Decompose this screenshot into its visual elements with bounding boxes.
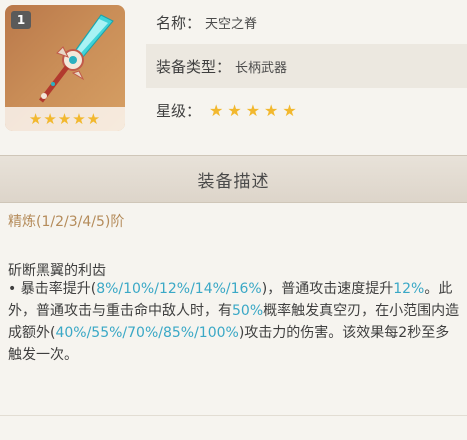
section-header: 装备描述	[0, 155, 467, 203]
highlight-speed: 12%	[393, 281, 425, 297]
refinement-text: 精炼(1/2/3/4/5)阶	[8, 214, 125, 230]
bullet: •	[8, 281, 21, 297]
name-row: 名称： 天空之脊	[146, 0, 467, 44]
highlight-crit: 8%/10%/12%/14%/16%	[96, 281, 262, 297]
rarity-label: 星级：	[156, 101, 202, 120]
type-value: 长柄武器	[235, 60, 288, 76]
item-info: 名称： 天空之脊 装备类型： 长柄武器 星级： ★★★★★	[146, 0, 467, 140]
rarity-row: 星级： ★★★★★	[146, 88, 467, 132]
weapon-card[interactable]: 1 ★★★★★	[5, 5, 125, 131]
text: 暴击率提升(	[20, 281, 97, 297]
section-title: 装备描述	[197, 171, 270, 192]
highlight-damage: 40%/55%/70%/85%/100%	[55, 325, 239, 341]
divider	[0, 415, 467, 416]
type-label: 装备类型：	[156, 57, 232, 76]
effect-description: • 暴击率提升(8%/10%/12%/14%/16%)，普通攻击速度提升12%。…	[8, 278, 463, 366]
highlight-chance: 50%	[232, 303, 264, 319]
effect-title: 斫断黑翼的利齿	[8, 263, 106, 279]
card-rarity-stars: ★★★★★	[5, 107, 125, 131]
type-row: 装备类型： 长柄武器	[146, 44, 467, 88]
item-summary: 1 ★★★★★ 名称： 天空之脊 装备类型： 长柄武器 星级： ★★★★★	[0, 0, 467, 140]
name-label: 名称：	[156, 13, 202, 32]
refine-level-badge: 1	[11, 11, 31, 29]
text: )，普通攻击速度提升	[261, 281, 394, 297]
name-value: 天空之脊	[205, 16, 258, 32]
rarity-stars: ★★★★★	[209, 100, 301, 120]
